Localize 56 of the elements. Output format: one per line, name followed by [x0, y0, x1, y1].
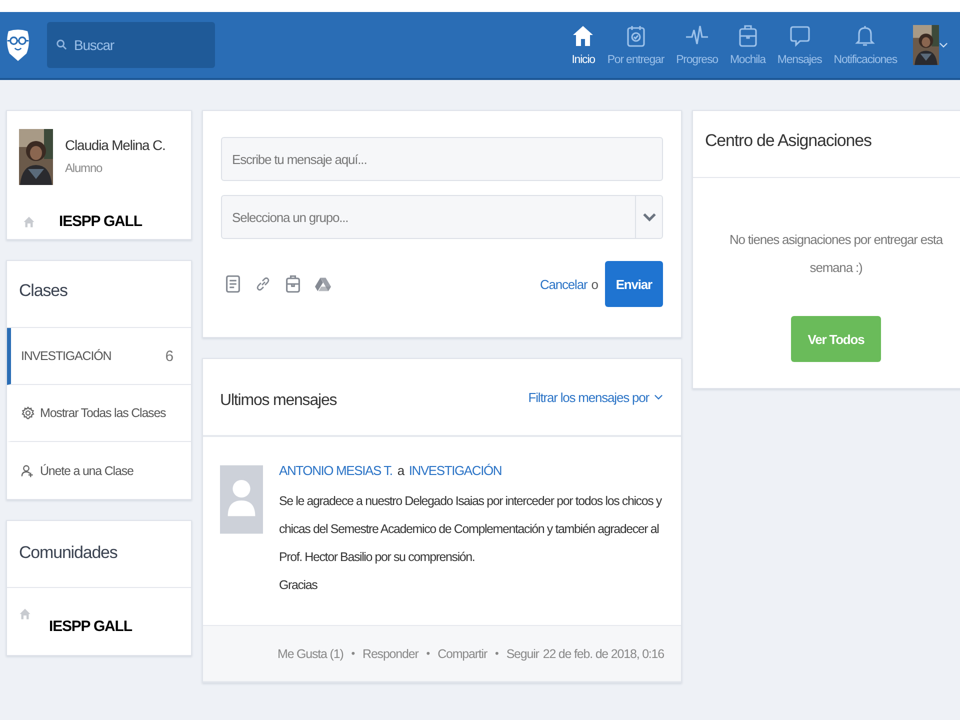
- avatar-icon: [220, 465, 263, 534]
- author-link[interactable]: ANTONIO MESIAS T.: [279, 457, 392, 485]
- link-icon[interactable]: [255, 275, 271, 293]
- empty-message: No tienes asignaciones por entregar esta semana :): [728, 231, 944, 277]
- user-name: Claudia Melina C.: [65, 137, 166, 153]
- backpack-icon[interactable]: [285, 275, 301, 293]
- section-title: Clases: [7, 261, 191, 328]
- nav-tab[interactable]: Notificaciones: [828, 24, 903, 66]
- timestamp: 22 de feb. de 2018, 0:16: [542, 646, 664, 660]
- separator-dot: •: [495, 648, 498, 660]
- user-role: Alumno: [65, 161, 104, 175]
- post-action-link[interactable]: Me Gusta (1): [278, 646, 344, 660]
- nav-tab[interactable]: Progreso: [670, 24, 724, 66]
- connector-text: a: [397, 462, 404, 480]
- nav-tab[interactable]: Por entregar: [601, 24, 670, 66]
- class-list-item[interactable]: Mostrar Todas las Clases: [7, 385, 191, 442]
- nav-tab[interactable]: Inicio: [565, 24, 602, 66]
- send-button[interactable]: Enviar: [604, 261, 663, 307]
- search-icon: [56, 39, 67, 50]
- community-link[interactable]: IESPP GALL: [7, 588, 191, 655]
- bell-icon: [853, 24, 878, 48]
- group-dropdown[interactable]: Selecciona un grupo...: [221, 195, 663, 239]
- search-field[interactable]: Buscar: [47, 22, 215, 68]
- home-icon: [571, 24, 596, 48]
- nav-tab[interactable]: Mochila: [724, 24, 772, 66]
- post-action-link[interactable]: Seguir: [506, 646, 539, 660]
- message-field[interactable]: Escribe tu mensaje aquí...: [221, 137, 663, 181]
- house-icon: [23, 216, 35, 228]
- section-title: Centro de Asignaciones: [693, 111, 960, 178]
- section-title: Ultimos mensajes: [220, 392, 337, 410]
- view-all-button[interactable]: Ver Todos: [791, 316, 881, 362]
- school-name: IESPP GALL: [59, 213, 142, 230]
- house-icon: [19, 608, 31, 620]
- add-user-icon: [21, 464, 35, 478]
- post-action-link[interactable]: Compartir: [438, 646, 488, 660]
- nav-tab[interactable]: Mensajes: [771, 24, 828, 66]
- separator-dot: •: [426, 648, 430, 660]
- group-link[interactable]: INVESTIGACIÓN: [408, 457, 502, 485]
- cancel-link[interactable]: Cancelar: [540, 276, 588, 292]
- filter-dropdown[interactable]: Filtrar los mensajes por: [528, 390, 663, 404]
- caret-icon: [654, 394, 663, 400]
- section-title: Comunidades: [7, 521, 191, 588]
- gear-icon: [21, 406, 35, 420]
- drive-icon[interactable]: [315, 275, 331, 293]
- separator-dot: •: [351, 648, 355, 660]
- chevron-down-icon: [642, 212, 656, 222]
- chat-bubble-icon: [788, 24, 812, 48]
- or-text: o: [591, 276, 598, 292]
- owl-logo-icon: [5, 28, 31, 62]
- message-text: Se le agradece a nuestro Delegado Isaias por interceder por todos los chicos y chicas del Semestre Academico de Complementación y también agradecer al Prof. Hector Basilio por su comprensión.: [279, 493, 663, 566]
- message-text: Gracias: [279, 577, 318, 594]
- caret-icon[interactable]: [939, 42, 948, 48]
- post-action-link[interactable]: Responder: [362, 646, 418, 660]
- document-icon[interactable]: [225, 275, 241, 293]
- class-list-item[interactable]: INVESTIGACIÓN 6: [7, 328, 191, 385]
- class-list-item[interactable]: Únete a una Clase: [7, 442, 191, 499]
